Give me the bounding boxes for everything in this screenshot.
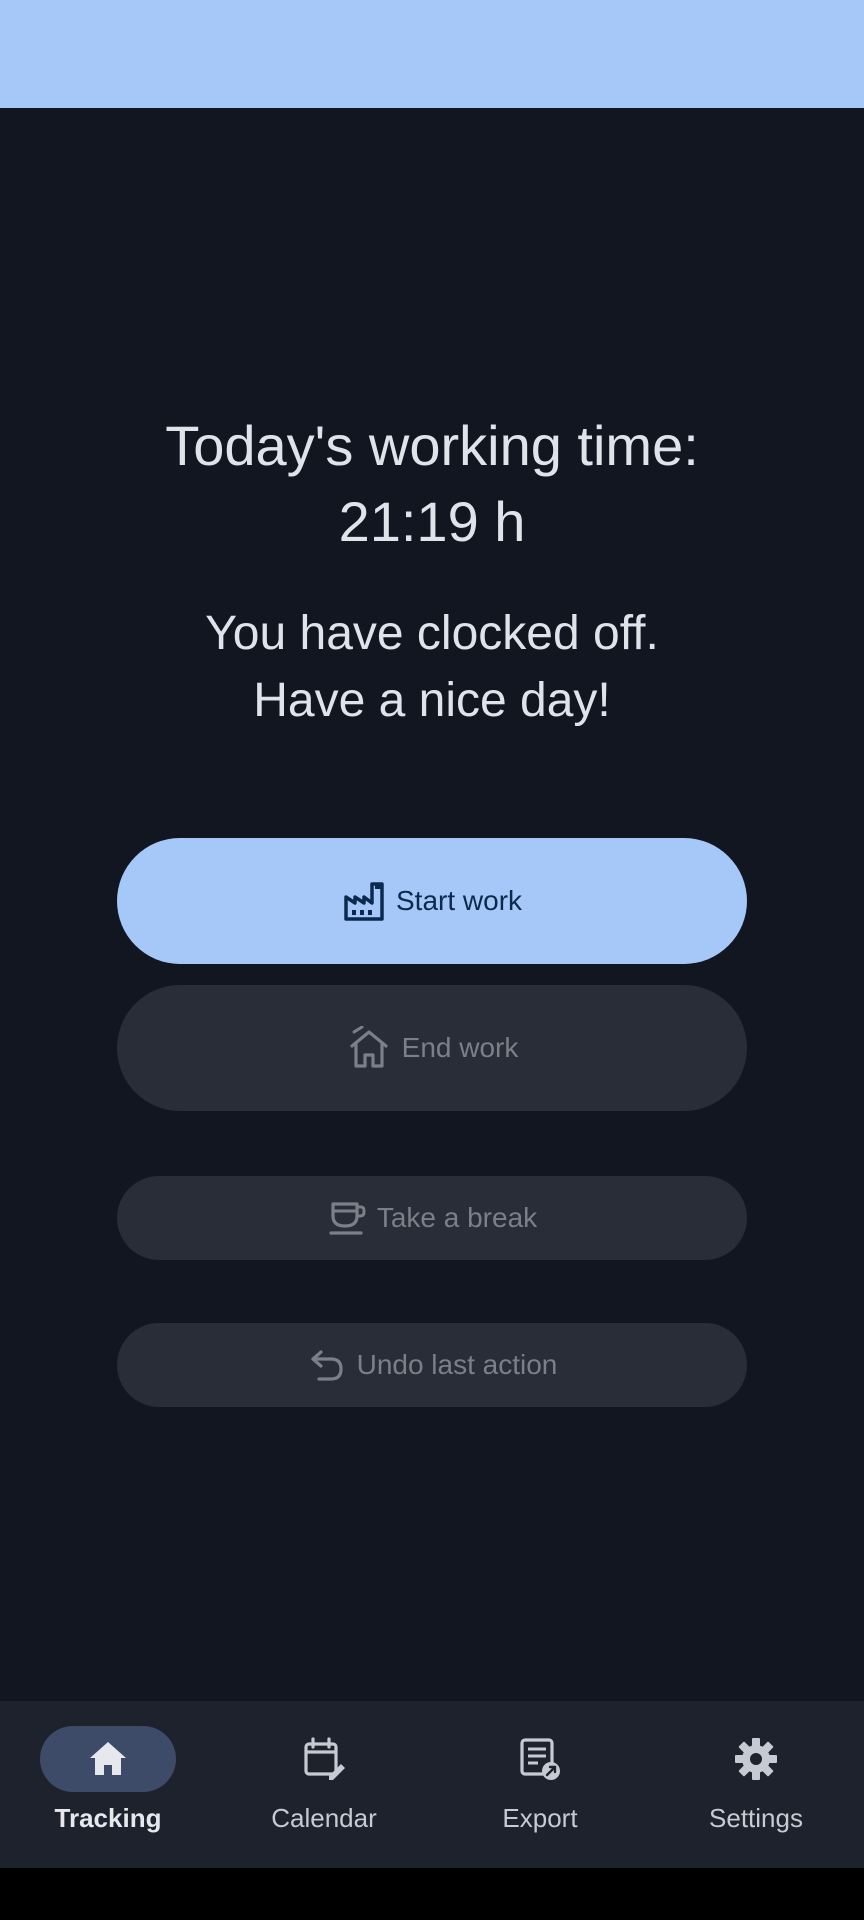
nav-item-settings[interactable]: Settings — [648, 1701, 864, 1868]
end-work-label: End work — [401, 1032, 519, 1063]
status-bar — [0, 0, 864, 108]
home-icon — [90, 1742, 126, 1775]
undo-last-action-button[interactable]: Undo last action — [117, 1323, 747, 1407]
nav-label-export: Export — [502, 1803, 578, 1833]
working-time-label: Today's working time: — [165, 414, 699, 477]
nav-icon-holder — [256, 1726, 392, 1792]
end-work-button[interactable]: End work — [117, 985, 747, 1111]
nav-label-settings: Settings — [709, 1803, 803, 1833]
export-icon — [520, 1738, 560, 1780]
nav-label-calendar: Calendar — [271, 1803, 377, 1833]
clock-status-message: You have clocked off. Have a nice day! — [0, 600, 864, 734]
working-time-value: 21:19 h — [338, 490, 526, 553]
nav-icon-holder — [688, 1726, 824, 1792]
status-line-2: Have a nice day! — [253, 674, 611, 727]
system-navigation-bar — [0, 1868, 864, 1920]
bottom-navigation: Tracking Calendar Export Settings — [0, 1701, 864, 1868]
nav-icon-holder — [472, 1726, 608, 1792]
factory-icon — [344, 882, 384, 921]
calendar-edit-icon — [304, 1737, 345, 1780]
start-work-label: Start work — [395, 885, 523, 916]
take-break-button[interactable]: Take a break — [117, 1176, 747, 1260]
nav-item-tracking[interactable]: Tracking — [0, 1701, 216, 1868]
start-work-button[interactable]: Start work — [117, 838, 747, 964]
gear-icon — [735, 1738, 777, 1780]
undo-last-action-label: Undo last action — [356, 1349, 558, 1380]
nav-active-indicator — [40, 1726, 176, 1792]
home-off-icon — [350, 1026, 388, 1068]
undo-icon — [310, 1350, 343, 1381]
coffee-cup-icon — [329, 1202, 366, 1235]
take-break-label: Take a break — [376, 1202, 538, 1233]
nav-label-tracking: Tracking — [54, 1803, 162, 1833]
tracking-screen: Today's working time: 21:19 h You have c… — [0, 108, 864, 1701]
working-time-heading: Today's working time: 21:19 h — [0, 408, 864, 560]
status-line-1: You have clocked off. — [205, 607, 659, 660]
nav-item-calendar[interactable]: Calendar — [216, 1701, 432, 1868]
nav-item-export[interactable]: Export — [432, 1701, 648, 1868]
